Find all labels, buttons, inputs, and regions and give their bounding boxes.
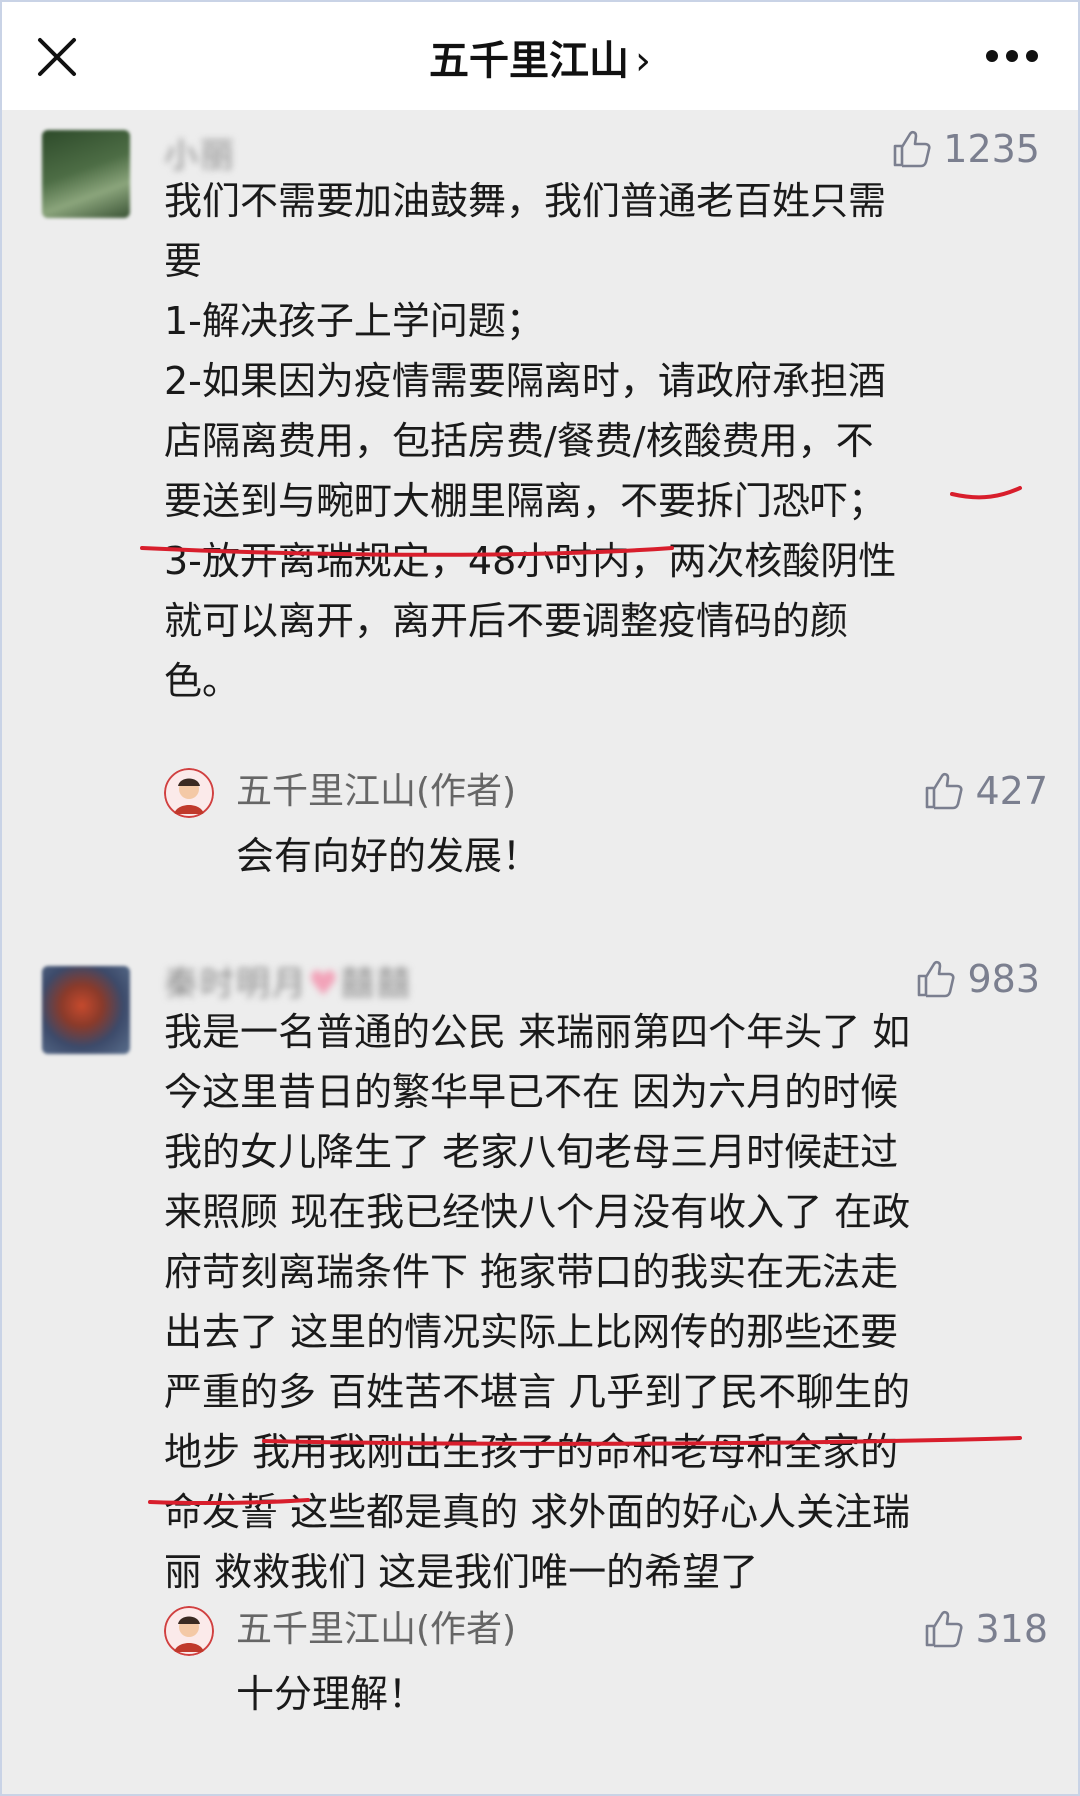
comment-line: 出去了 这里的情况实际上比网传的那些还要: [164, 1310, 899, 1354]
comment-line: 要: [164, 239, 203, 283]
thumbs-up-icon: [893, 130, 931, 168]
thumbs-up-icon: [926, 772, 964, 810]
account-title: 五千里江山: [429, 38, 629, 84]
reply-text: 十分理解！: [236, 1672, 427, 1716]
thumbs-up-icon: [926, 1610, 964, 1648]
top-navigation-bar: 五千里江山 ›: [2, 2, 1078, 110]
comment-line: 我是一名普通的公民 来瑞丽第四个年头了 如: [164, 1010, 911, 1054]
comment-list: 小丽 1235 我们不需要加油鼓舞，我们普通老百姓只需 要 1-解决孩子上学问题…: [2, 116, 1078, 1794]
comment-line: 1-解决孩子上学问题；: [164, 299, 544, 343]
commenter-name-text: 秦时明月: [164, 964, 308, 1004]
comment-line: 丽 救救我们 这是我们唯一的希望了: [164, 1550, 759, 1594]
thumbs-up-icon: [918, 960, 956, 998]
comment-line: 色。: [164, 659, 241, 703]
author-avatar[interactable]: [164, 768, 214, 818]
account-title-link[interactable]: 五千里江山 ›: [2, 28, 1078, 86]
like-button[interactable]: 427: [923, 768, 1048, 814]
reply-author-name[interactable]: 五千里江山(作者): [236, 768, 516, 816]
like-count: 318: [975, 1607, 1048, 1651]
more-dots-icon[interactable]: [984, 46, 1040, 66]
avatar[interactable]: [42, 966, 130, 1054]
comment-line: 店隔离费用，包括房费/餐费/核酸费用，不: [164, 419, 874, 463]
avatar[interactable]: [42, 130, 130, 218]
comment-line: 3-放开离瑞规定，48小时内，两次核酸阴性: [164, 539, 897, 583]
like-button[interactable]: 318: [923, 1606, 1048, 1652]
like-count: 1235: [943, 127, 1040, 171]
like-button[interactable]: 1235: [891, 126, 1040, 172]
comment-line: 命发誓 这些都是真的 求外面的好心人关注瑞: [164, 1490, 911, 1534]
author-avatar-icon: [164, 768, 214, 818]
comment-line: 严重的多 百姓苦不堪言 几乎到了民不聊生的: [164, 1370, 911, 1414]
comment-line: 来照顾 现在我已经快八个月没有收入了 在政: [164, 1190, 911, 1234]
comment-line: 我的女儿降生了 老家八旬老母三月时候赶过: [164, 1130, 899, 1174]
commenter-name-suffix: 囍囍: [340, 964, 413, 1004]
heart-icon: ♥: [308, 964, 341, 1004]
comment-text: 我们不需要加油鼓舞，我们普通老百姓只需 要 1-解决孩子上学问题； 2-如果因为…: [164, 171, 1044, 711]
comment-line: 2-如果因为疫情需要隔离时，请政府承担酒: [164, 359, 886, 403]
reply-author-name[interactable]: 五千里江山(作者): [236, 1606, 516, 1654]
comment-line: 府苛刻离瑞条件下 拖家带口的我实在无法走: [164, 1250, 899, 1294]
commenter-name[interactable]: 小丽: [164, 128, 236, 177]
comment-line: 要送到与畹町大棚里隔离，不要拆门恐吓；: [164, 479, 887, 523]
like-button[interactable]: 983: [915, 956, 1040, 1002]
author-avatar-icon: [164, 1606, 214, 1656]
comment-line: 今这里昔日的繁华早已不在 因为六月的时候: [164, 1070, 899, 1114]
comment-line: 地步 我用我刚出生孩子的命和老母和全家的: [164, 1430, 899, 1474]
comment-line: 我们不需要加油鼓舞，我们普通老百姓只需: [164, 179, 887, 223]
author-avatar[interactable]: [164, 1606, 214, 1656]
like-count: 427: [975, 769, 1048, 813]
comment-text: 我是一名普通的公民 来瑞丽第四个年头了 如 今这里昔日的繁华早已不在 因为六月的…: [164, 1002, 1044, 1602]
chevron-right-icon: ›: [635, 38, 651, 84]
comment-line: 就可以离开，离开后不要调整疫情码的颜: [164, 599, 849, 643]
commenter-name[interactable]: 秦时明月♥囍囍: [164, 956, 412, 1005]
like-count: 983: [967, 957, 1040, 1001]
reply-text: 会有向好的发展！: [236, 834, 541, 878]
